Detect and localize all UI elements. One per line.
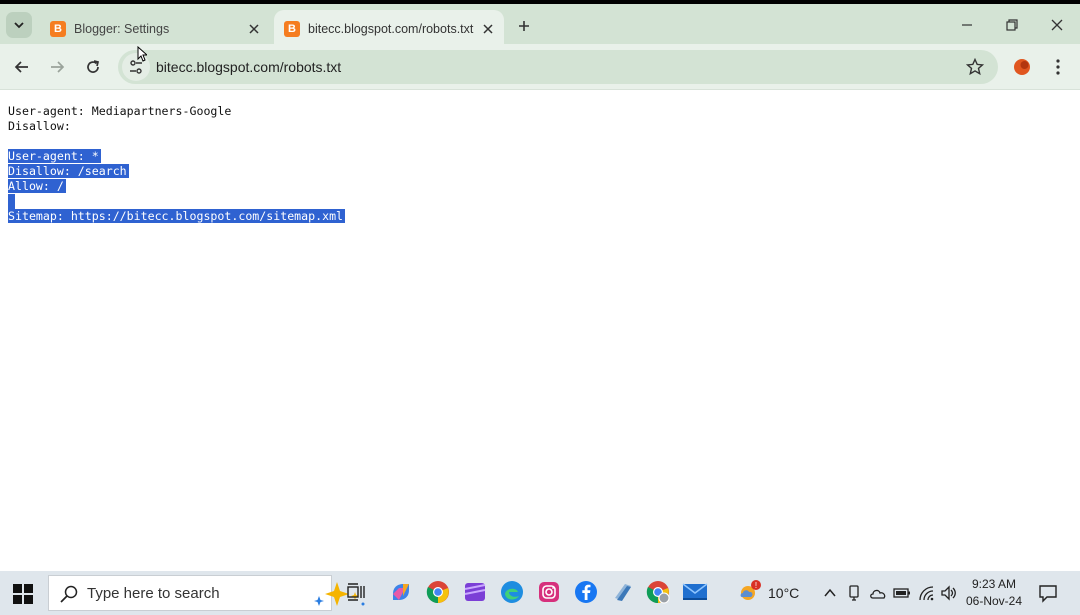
weather-icon: ! <box>740 580 761 600</box>
robots-line-text: Disallow: <box>8 119 71 133</box>
taskbar-clock[interactable]: 9:23 AM 06-Nov-24 <box>960 576 1028 610</box>
taskbar-search-box[interactable]: Type here to search <box>48 575 365 611</box>
instagram-app[interactable] <box>536 579 562 605</box>
reload-button[interactable] <box>78 52 108 82</box>
battery-button[interactable] <box>893 584 911 602</box>
tray-device-button[interactable] <box>845 584 863 602</box>
robots-txt-text: User-agent: Mediapartners-Google Disallow… <box>8 104 346 224</box>
show-hidden-icons-button[interactable] <box>821 584 839 602</box>
tab-close-button[interactable] <box>476 17 500 41</box>
robots-line <box>8 194 345 209</box>
tray-onedrive-button[interactable] <box>869 584 887 602</box>
page-content: User-agent: Mediapartners-Google Disallow… <box>0 91 1080 571</box>
more-vertical-icon <box>1056 59 1060 75</box>
task-view-button[interactable] <box>343 579 369 605</box>
facebook-icon <box>575 581 597 603</box>
forward-button[interactable] <box>42 52 72 82</box>
blogger-icon: B <box>50 21 66 37</box>
browser-menu-button[interactable] <box>1046 54 1070 80</box>
edge-icon <box>501 581 523 603</box>
instagram-icon <box>539 582 559 602</box>
profile-avatar-icon <box>1014 59 1030 75</box>
task-view-icon <box>347 583 365 601</box>
address-bar[interactable]: bitecc.blogspot.com/robots.txt <box>118 50 998 84</box>
chrome-icon <box>426 581 449 604</box>
plus-icon <box>519 21 529 31</box>
copilot-app[interactable] <box>388 579 414 605</box>
tab-title: bitecc.blogspot.com/robots.txt <box>308 22 474 36</box>
chrome-profile-app[interactable] <box>645 579 671 605</box>
notification-icon[interactable] <box>1038 583 1058 603</box>
mail-icon <box>682 583 708 600</box>
robots-line <box>8 134 345 149</box>
robots-line: Sitemap: https://bitecc.blogspot.com/sit… <box>8 209 346 224</box>
chrome-app[interactable] <box>425 579 451 605</box>
clock-date: 06-Nov-24 <box>965 594 1023 608</box>
close-window-button[interactable] <box>1037 10 1077 40</box>
chrome-profile-icon <box>646 581 670 604</box>
close-icon <box>1051 19 1063 31</box>
files-icon <box>615 584 631 601</box>
robots-line: User-agent: Mediapartners-Google <box>8 104 345 119</box>
chevron-down-icon <box>14 22 24 29</box>
new-tab-button[interactable] <box>512 14 536 38</box>
robots-line: Disallow: <box>8 119 345 134</box>
cloud-icon <box>870 589 886 599</box>
device-icon <box>849 585 859 601</box>
tab-title: Blogger: Settings <box>74 22 170 36</box>
chevron-up-icon <box>824 588 836 597</box>
tab-strip: B Blogger: Settings B bitecc.blogspot.co… <box>0 4 1080 48</box>
minimize-button[interactable] <box>947 10 987 40</box>
tab-blogger-settings[interactable]: B Blogger: Settings <box>40 10 270 48</box>
volume-button[interactable] <box>940 584 958 602</box>
arrow-left-icon <box>14 61 28 73</box>
robots-line-text: Sitemap: https://bitecc.blogspot.com/sit… <box>8 209 346 223</box>
browser-toolbar: bitecc.blogspot.com/robots.txt <box>0 44 1080 90</box>
speaker-icon <box>941 585 956 601</box>
minimize-icon <box>962 24 972 26</box>
wifi-button[interactable] <box>917 584 935 602</box>
tab-robots-txt[interactable]: B bitecc.blogspot.com/robots.txt <box>274 10 504 48</box>
clipchamp-icon <box>464 583 486 601</box>
robots-line-text: Disallow: /search <box>8 164 129 178</box>
close-icon <box>249 24 259 34</box>
wifi-icon <box>919 586 934 601</box>
robots-line-text: User-agent: Mediapartners-Google <box>8 104 232 118</box>
robots-line: Disallow: /search <box>8 164 345 179</box>
taskbar: Type here to search ! 10°C 9:23 AM 06-No… <box>0 571 1080 615</box>
edge-app[interactable] <box>499 579 525 605</box>
mouse-cursor-icon <box>137 46 147 62</box>
svg-text:!: ! <box>755 581 757 590</box>
robots-line: Allow: / <box>8 179 345 194</box>
bookmark-button[interactable] <box>964 56 986 78</box>
close-icon <box>483 24 493 34</box>
url-text[interactable]: bitecc.blogspot.com/robots.txt <box>156 59 341 75</box>
tab-search-button[interactable] <box>6 12 32 38</box>
search-icon <box>60 585 78 603</box>
files-app[interactable] <box>610 579 636 605</box>
weather-temperature: 10°C <box>768 585 800 601</box>
robots-line-text: User-agent: * <box>8 149 101 163</box>
robots-line-text <box>8 194 15 209</box>
arrow-right-icon <box>51 61 65 73</box>
blogger-icon: B <box>284 21 300 37</box>
restore-icon <box>1006 19 1018 31</box>
reload-icon <box>87 60 100 73</box>
star-icon <box>966 58 984 76</box>
windows-start-icon[interactable] <box>12 583 34 605</box>
back-button[interactable] <box>7 52 37 82</box>
tab-close-button[interactable] <box>242 17 266 41</box>
battery-icon <box>893 588 910 598</box>
robots-line: User-agent: * <box>8 149 345 164</box>
restore-button[interactable] <box>992 10 1032 40</box>
robots-line-text: Allow: / <box>8 179 66 193</box>
copilot-icon <box>393 584 409 600</box>
facebook-app[interactable] <box>573 579 599 605</box>
mail-app[interactable] <box>682 579 708 605</box>
clipchamp-app[interactable] <box>462 579 488 605</box>
profile-button[interactable] <box>1012 57 1032 77</box>
search-placeholder: Type here to search <box>87 585 220 602</box>
clock-time: 9:23 AM <box>971 577 1017 591</box>
